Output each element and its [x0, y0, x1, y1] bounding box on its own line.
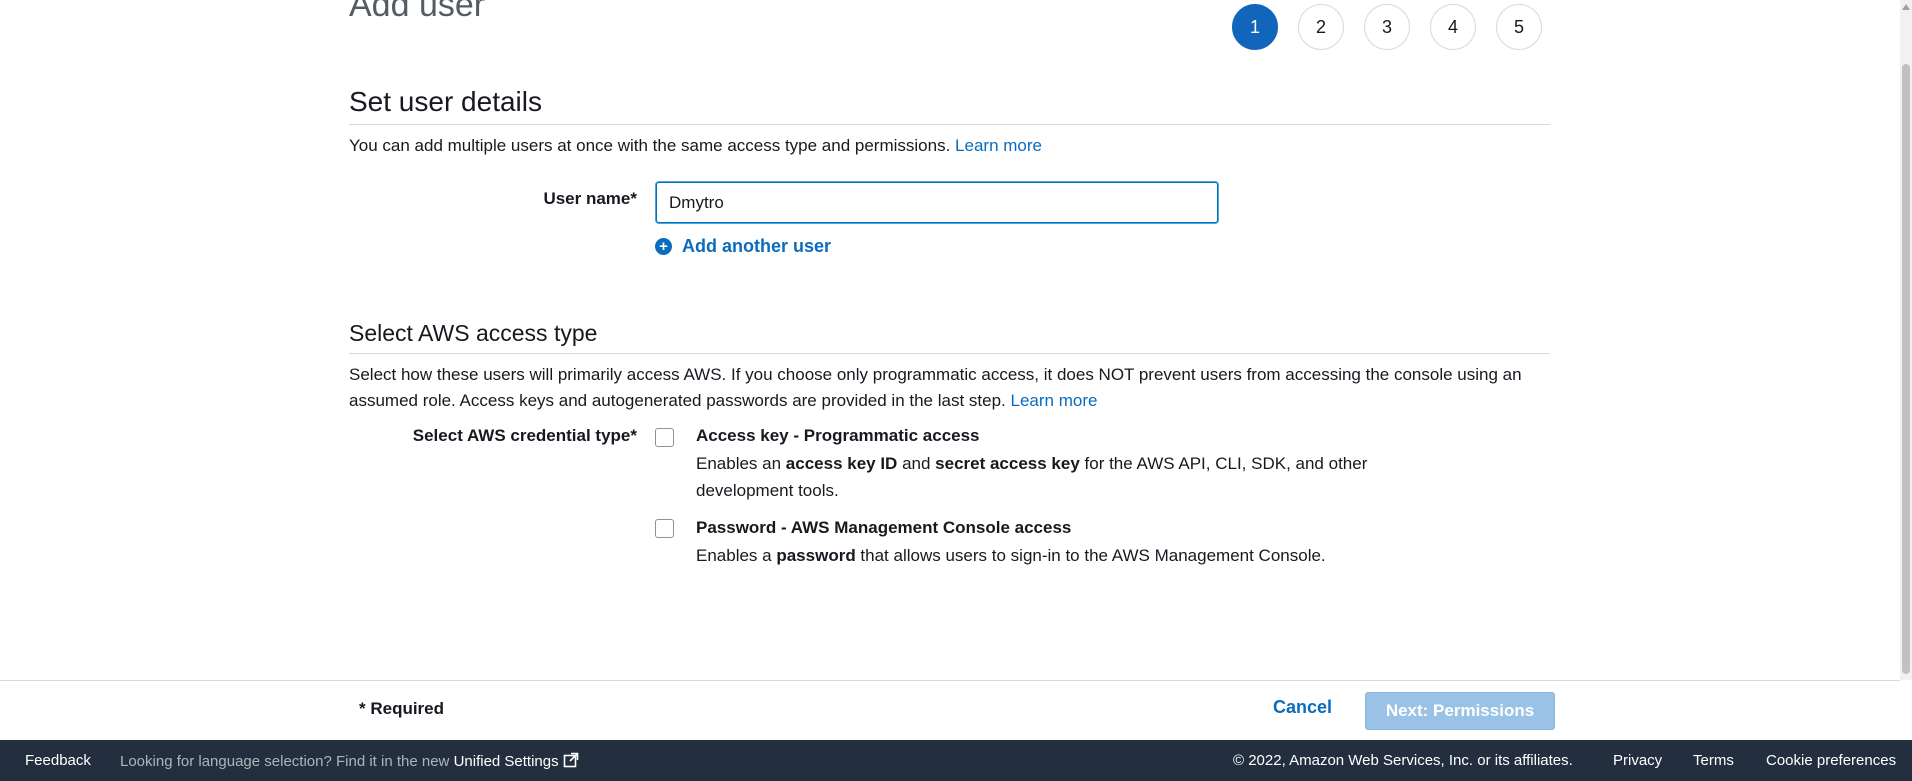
step-5[interactable]: 5	[1496, 4, 1542, 50]
access-type-description-text: Select how these users will primarily ac…	[349, 365, 1522, 410]
scroll-up-arrow-icon[interactable]	[1902, 4, 1910, 10]
learn-more-link[interactable]: Learn more	[955, 136, 1042, 155]
wizard-steps: 1 2 3 4 5	[1232, 4, 1542, 50]
add-user-page: Add user 1 2 3 4 5 Set user details You …	[0, 0, 1912, 781]
unified-settings-link[interactable]: Unified Settings	[453, 752, 579, 770]
add-another-user-label: Add another user	[682, 236, 832, 256]
access-type-description: Select how these users will primarily ac…	[349, 362, 1550, 414]
option-desc-bold: secret access key	[935, 454, 1080, 473]
cancel-button[interactable]: Cancel	[1273, 697, 1332, 718]
cookie-preferences-link[interactable]: Cookie preferences	[1766, 752, 1896, 769]
user-details-description: You can add multiple users at once with …	[349, 133, 1550, 159]
external-link-icon	[563, 752, 578, 767]
console-access-title: Password - AWS Management Console access	[696, 518, 1072, 537]
programmatic-access-checkbox[interactable]	[655, 428, 674, 447]
option-desc-text: Enables an	[696, 454, 786, 473]
vertical-scrollbar[interactable]	[1900, 0, 1912, 680]
option-desc-bold: password	[776, 546, 856, 565]
plus-circle-icon: +	[655, 238, 672, 255]
language-note: Looking for language selection? Find it …	[120, 752, 579, 770]
step-2[interactable]: 2	[1298, 4, 1344, 50]
user-name-label: User name*	[543, 189, 637, 208]
option-desc-bold: access key ID	[785, 454, 898, 473]
console-footer: Feedback Looking for language selection?…	[0, 740, 1912, 781]
add-another-user-button[interactable]: + Add another user	[655, 236, 831, 257]
next-permissions-button[interactable]: Next: Permissions	[1365, 692, 1555, 730]
terms-link[interactable]: Terms	[1693, 752, 1734, 769]
step-3[interactable]: 3	[1364, 4, 1410, 50]
copyright-text: © 2022, Amazon Web Services, Inc. or its…	[1233, 752, 1573, 769]
required-note: * Required	[359, 699, 445, 718]
credential-type-label: Select AWS credential type*	[412, 426, 637, 445]
step-1[interactable]: 1	[1232, 4, 1278, 50]
scrollbar-thumb[interactable]	[1902, 64, 1910, 674]
user-details-heading: Set user details	[349, 86, 1550, 125]
step-4[interactable]: 4	[1430, 4, 1476, 50]
language-note-text: Looking for language selection? Find it …	[120, 752, 450, 770]
console-access-description: Enables a password that allows users to …	[696, 542, 1456, 569]
user-name-input[interactable]	[656, 182, 1218, 223]
unified-settings-label: Unified Settings	[453, 752, 559, 770]
access-type-learn-more-link[interactable]: Learn more	[1011, 391, 1098, 410]
programmatic-access-description: Enables an access key ID and secret acce…	[696, 450, 1376, 504]
option-desc-text: and	[897, 454, 936, 473]
access-type-heading: Select AWS access type	[349, 320, 1550, 354]
page-title: Add user	[349, 0, 486, 24]
privacy-link[interactable]: Privacy	[1613, 752, 1662, 769]
console-access-checkbox[interactable]	[655, 519, 674, 538]
option-desc-text: Enables a	[696, 546, 777, 565]
programmatic-access-title: Access key - Programmatic access	[696, 426, 980, 445]
feedback-link[interactable]: Feedback	[25, 752, 91, 769]
option-desc-text: that allows users to sign-in to the AWS …	[855, 546, 1326, 565]
wizard-action-bar: * Required Cancel Next: Permissions	[0, 680, 1900, 740]
user-details-description-text: You can add multiple users at once with …	[349, 136, 951, 155]
